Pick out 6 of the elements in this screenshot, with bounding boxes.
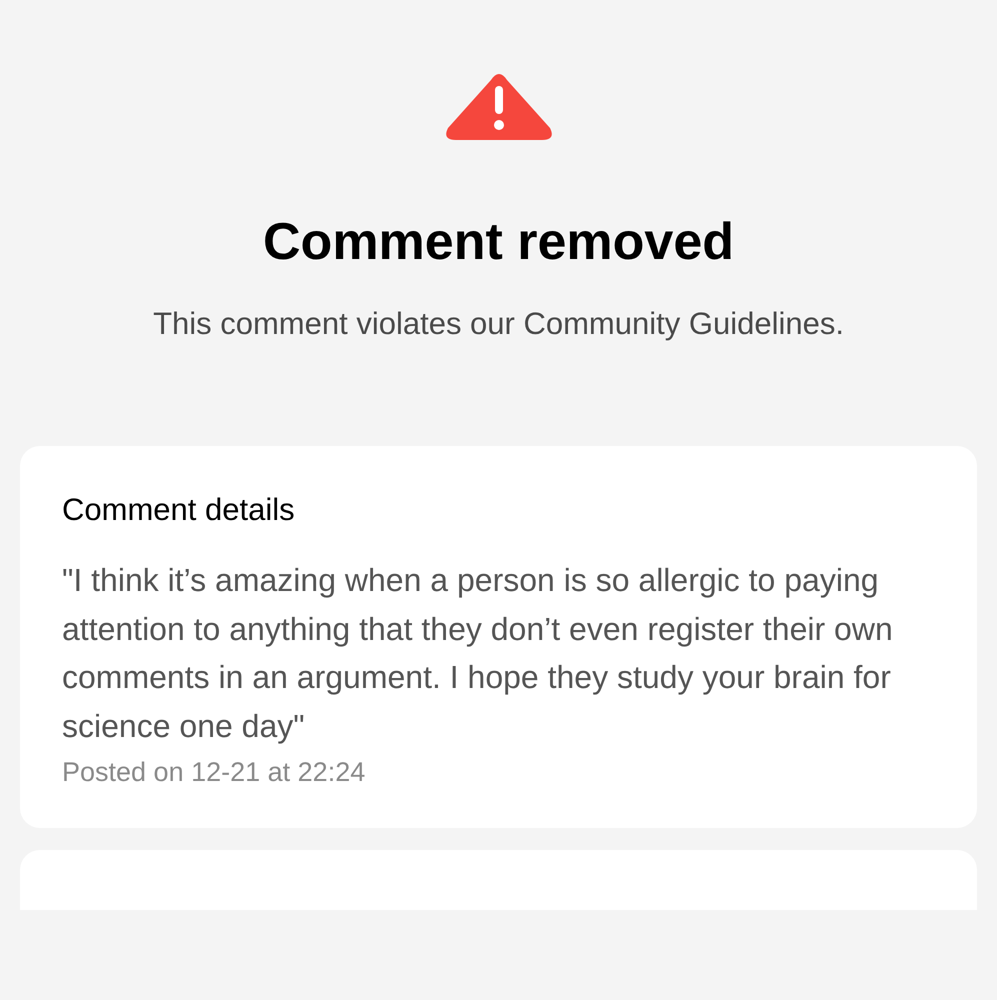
warning-icon (444, 74, 554, 140)
card-title: Comment details (62, 491, 296, 529)
removal-message: This comment violates our Community Guidelines. (152, 305, 845, 343)
comment-text: "I think it’s amazing when a person is so allergic to paying attention to anything that they don’t even register their own comments in an argument. I hope they study your brain for science one day" (62, 561, 894, 746)
page-title: Comment removed (263, 212, 734, 272)
posted-date: Posted on 12-21 at 22:24 (62, 756, 366, 789)
